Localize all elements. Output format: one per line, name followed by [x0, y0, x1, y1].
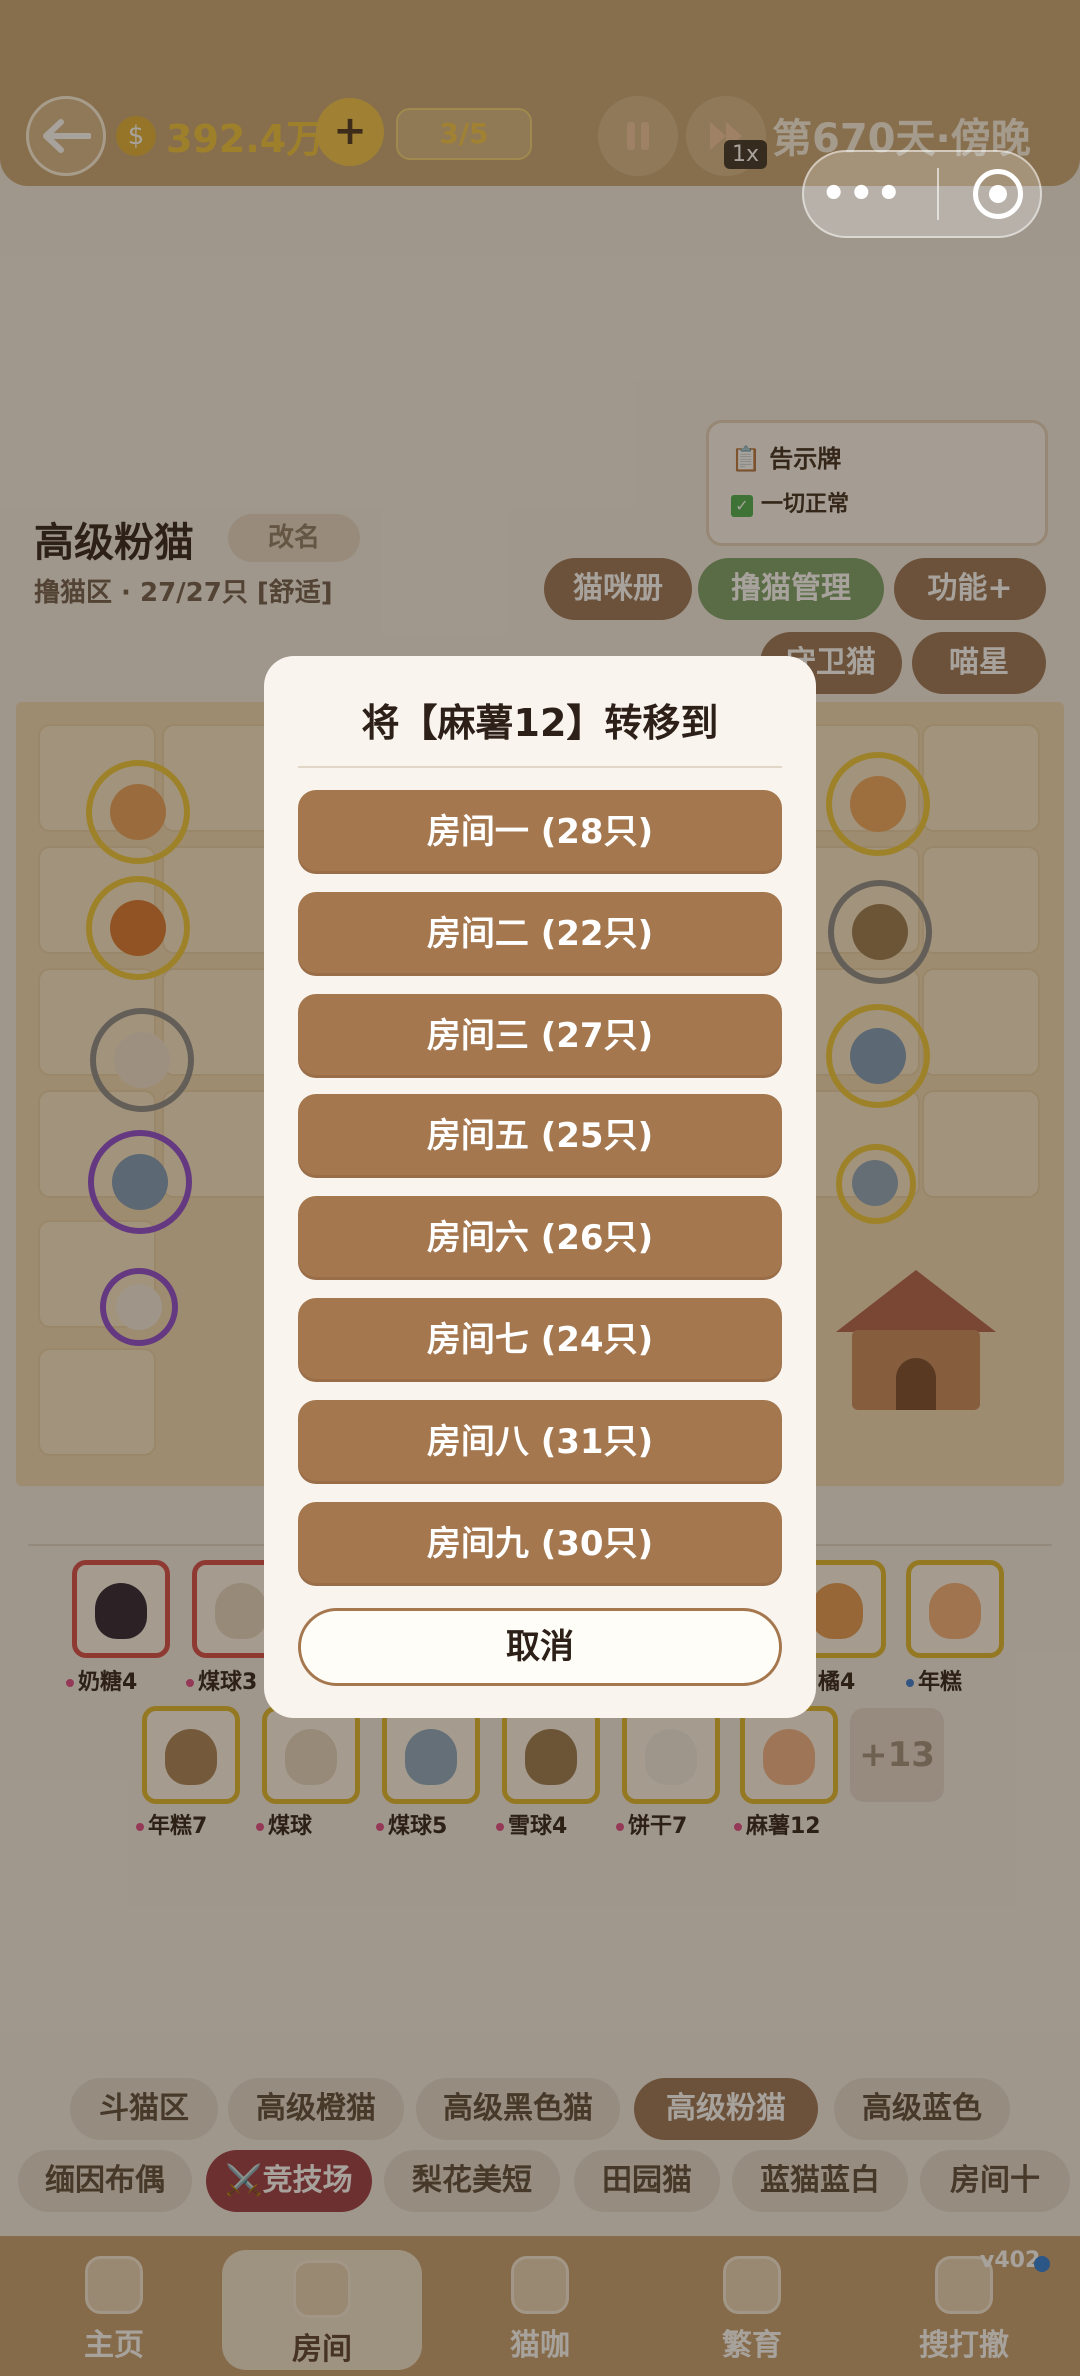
transfer-room-button[interactable]: 房间六 (26只): [298, 1196, 782, 1280]
transfer-room-button[interactable]: 房间九 (30只): [298, 1502, 782, 1586]
transfer-room-button[interactable]: 房间一 (28只): [298, 790, 782, 874]
transfer-room-button[interactable]: 房间七 (24只): [298, 1298, 782, 1382]
transfer-room-button[interactable]: 房间五 (25只): [298, 1094, 782, 1178]
transfer-room-button[interactable]: 房间三 (27只): [298, 994, 782, 1078]
transfer-room-button[interactable]: 房间八 (31只): [298, 1400, 782, 1484]
miniprogram-capsule: •••: [802, 150, 1042, 238]
dialog-title: 将【麻薯12】转移到: [361, 701, 719, 745]
dialog-divider: [298, 766, 782, 768]
cancel-button[interactable]: 取消: [298, 1608, 782, 1686]
transfer-dialog: 将【麻薯12】转移到 房间一 (28只) 房间二 (22只) 房间三 (27只)…: [264, 656, 816, 1718]
close-miniprogram-icon[interactable]: [973, 169, 1024, 219]
more-menu-icon[interactable]: •••: [821, 171, 904, 217]
transfer-room-button[interactable]: 房间二 (22只): [298, 892, 782, 976]
